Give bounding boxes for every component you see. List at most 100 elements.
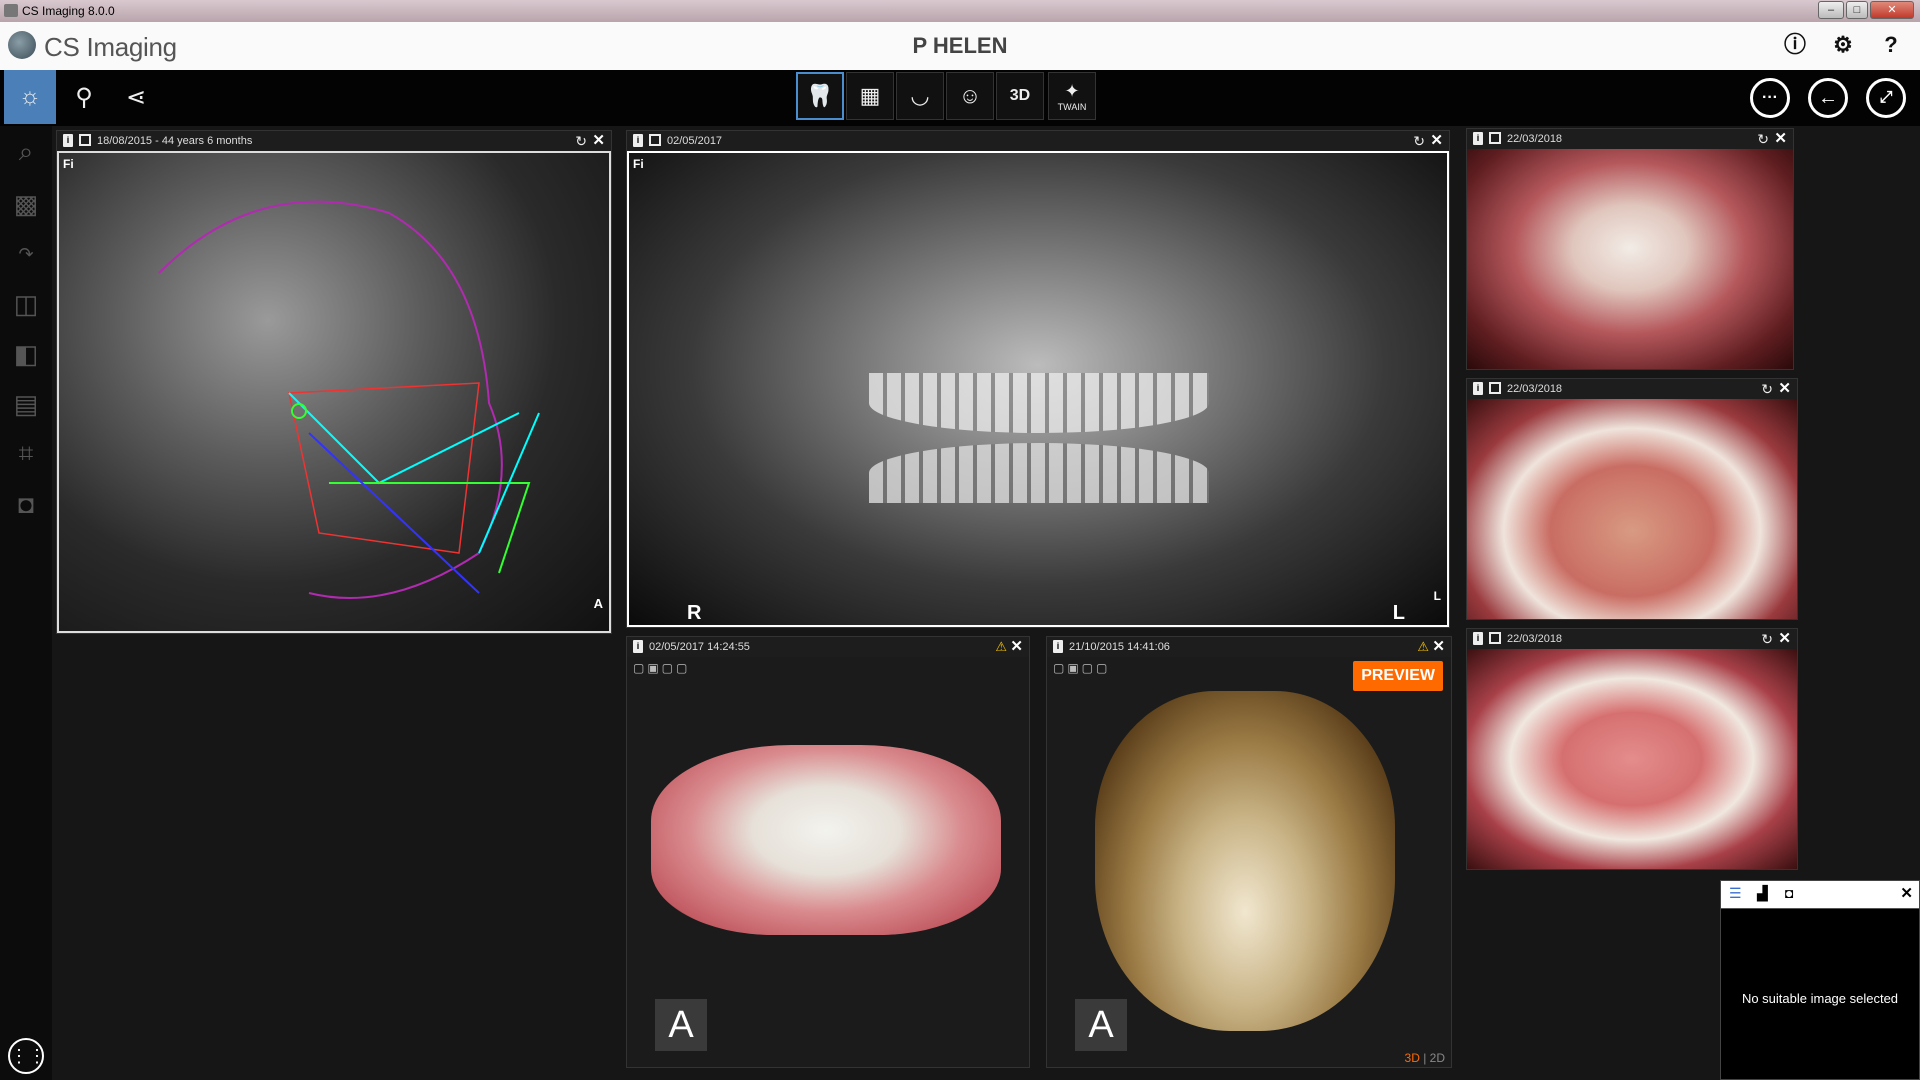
intraoral-xray-button[interactable]: 🦷	[796, 72, 844, 120]
pane-header: i 18/08/2015 - 44 years 6 months ↻ ✕	[57, 131, 611, 151]
share-icon[interactable]: ⋖	[110, 70, 162, 124]
upper-arch-photo	[1467, 399, 1797, 619]
view-mode-icons[interactable]: ▢▣▢▢	[1053, 661, 1110, 675]
tool-sidebar: ⌕ ▩ ↷ ◫ ◧ ▤ ⌗ ◘ ⋮⋮	[0, 126, 52, 1080]
brightness-icon[interactable]: ☼	[4, 70, 56, 124]
save-icon[interactable]	[649, 134, 661, 146]
no-image-message: No suitable image selected	[1741, 991, 1899, 1006]
twain-label: TWAIN	[1057, 101, 1087, 112]
intraoral-photo-pane-2[interactable]: i 22/03/2018 ↻ ✕	[1466, 378, 1798, 620]
view-mode-icons[interactable]: ▢▣▢▢	[633, 661, 690, 675]
close-pane-icon[interactable]: ✕	[592, 131, 605, 151]
mode-2d[interactable]: 2D	[1430, 1051, 1445, 1065]
maximize-button[interactable]: □	[1846, 1, 1868, 19]
gradient-icon[interactable]: ▤	[4, 382, 48, 426]
frontal-occlusion-photo	[1467, 149, 1793, 369]
cephalometric-button[interactable]: ☺	[946, 72, 994, 120]
intraoral-photo-pane-1[interactable]: i 22/03/2018 ↻ ✕	[1466, 128, 1794, 370]
orientation-label-br: A	[593, 596, 603, 611]
close-window-button[interactable]: ✕	[1870, 1, 1914, 19]
sharpen-icon[interactable]: ▩	[4, 182, 48, 226]
zoom-icon[interactable]: ⌕	[4, 130, 48, 174]
histogram-icon[interactable]: ▟	[1757, 885, 1768, 902]
image-info-icon[interactable]: i	[633, 640, 643, 653]
anterior-view-badge[interactable]: A	[1075, 999, 1127, 1051]
pane-header: i 22/03/2018 ↻ ✕	[1467, 629, 1797, 649]
compare-icon[interactable]: ◫	[4, 282, 48, 326]
app-icon	[4, 4, 18, 17]
save-icon[interactable]	[1489, 382, 1501, 394]
refresh-icon[interactable]: ↻	[1757, 129, 1769, 149]
main-toolbar: ☼ ⚲ ⋖ 🦷 ▦ ◡ ☺ 3D ✦ TWAIN ··· ← ⤢	[0, 70, 1920, 126]
close-pane-icon[interactable]: ✕	[1432, 637, 1445, 657]
crop-icon[interactable]: ⌗	[4, 432, 48, 476]
gear-icon[interactable]: ⚙	[1830, 32, 1856, 58]
adjust-icon[interactable]: ☰	[1729, 885, 1742, 902]
view-mode-toggle[interactable]: 3D | 2D	[1405, 1051, 1445, 1065]
patient-name: P HELEN	[912, 33, 1008, 58]
refresh-icon[interactable]: ↻	[575, 131, 587, 151]
tooth-info-icon[interactable]: ◘	[1785, 885, 1793, 901]
image-info-icon[interactable]: i	[633, 134, 643, 147]
left-side-label: L	[1392, 602, 1405, 624]
more-icon[interactable]: ···	[1750, 78, 1790, 118]
intraoral-scan-pane[interactable]: i 02/05/2017 14:24:55 ⚠ ✕ ▢▣▢▢ A	[626, 636, 1030, 1068]
image-info-icon[interactable]: i	[1473, 632, 1483, 645]
image-date: 21/10/2015 14:41:06	[1069, 641, 1170, 653]
warning-icon[interactable]: ⚠	[1417, 637, 1429, 657]
back-icon[interactable]: ←	[1808, 78, 1848, 118]
orientation-label-tl: Fi	[633, 157, 644, 171]
cbct-3d-pane[interactable]: i 21/10/2015 14:41:06 ⚠ ✕ ▢▣▢▢ PREVIEW A…	[1046, 636, 1452, 1068]
panoramic-image-pane[interactable]: i 02/05/2017 ↻ ✕ Fi R L L	[626, 130, 1450, 628]
info-icon[interactable]: ⓘ	[1782, 32, 1808, 58]
logo-icon	[8, 31, 36, 59]
probe-tool-icon[interactable]: ⚲	[58, 70, 110, 124]
window-title: CS Imaging 8.0.0	[22, 4, 115, 18]
help-icon[interactable]: ?	[1878, 32, 1904, 58]
intraoral-photo-pane-3[interactable]: i 22/03/2018 ↻ ✕	[1466, 628, 1798, 870]
close-pane-icon[interactable]: ✕	[1010, 637, 1023, 657]
panoramic-button[interactable]: ◡	[896, 72, 944, 120]
apps-grid-icon[interactable]: ⋮⋮	[8, 1038, 46, 1074]
dental-scan-model	[651, 745, 1001, 935]
orientation-label-br: L	[1433, 589, 1441, 603]
tooth-icon[interactable]: ◘	[4, 482, 48, 526]
rotate-icon[interactable]: ↷	[4, 232, 48, 276]
cbct-viewport: ▢▣▢▢ PREVIEW A 3D | 2D	[1047, 657, 1451, 1067]
panoramic-xray-image: Fi R L L	[627, 151, 1449, 627]
refresh-icon[interactable]: ↻	[1761, 379, 1773, 399]
image-info-panel: ☰ ▟ ◘ ✕ No suitable image selected	[1720, 880, 1920, 1080]
ceph-image-pane[interactable]: i 18/08/2015 - 44 years 6 months ↻ ✕ Fi …	[56, 130, 612, 634]
close-pane-icon[interactable]: ✕	[1430, 131, 1443, 151]
close-pane-icon[interactable]: ✕	[1778, 629, 1791, 649]
window-titlebar: CS Imaging 8.0.0 – □ ✕	[0, 0, 1920, 22]
close-pane-icon[interactable]: ✕	[1774, 129, 1787, 149]
pane-header: i 02/05/2017 14:24:55 ⚠ ✕	[627, 637, 1029, 657]
3d-button[interactable]: 3D	[996, 72, 1044, 120]
intraoral-sensor-button[interactable]: ▦	[846, 72, 894, 120]
twain-button[interactable]: ✦ TWAIN	[1048, 72, 1096, 120]
minimize-button[interactable]: –	[1818, 1, 1844, 19]
image-info-icon[interactable]: i	[1053, 640, 1063, 653]
warning-icon[interactable]: ⚠	[995, 637, 1007, 657]
fullscreen-icon[interactable]: ⤢	[1866, 78, 1906, 118]
close-panel-icon[interactable]: ✕	[1900, 884, 1913, 902]
image-date: 02/05/2017	[667, 135, 723, 147]
save-icon[interactable]	[1489, 632, 1501, 644]
image-date: 18/08/2015 - 44 years 6 months	[97, 135, 253, 147]
image-info-icon[interactable]: i	[63, 134, 73, 147]
mode-3d[interactable]: 3D	[1405, 1051, 1420, 1065]
close-pane-icon[interactable]: ✕	[1778, 379, 1791, 399]
upper-teeth-shape	[869, 373, 1209, 433]
image-info-icon[interactable]: i	[1473, 132, 1483, 145]
skull-3d-render	[1095, 691, 1395, 1031]
anterior-view-badge[interactable]: A	[655, 999, 707, 1051]
scan-viewport: ▢▣▢▢ A	[627, 657, 1029, 1067]
refresh-icon[interactable]: ↻	[1761, 629, 1773, 649]
save-icon[interactable]	[79, 134, 91, 146]
pane-header: i 22/03/2018 ↻ ✕	[1467, 129, 1793, 149]
contrast-icon[interactable]: ◧	[4, 332, 48, 376]
image-info-icon[interactable]: i	[1473, 382, 1483, 395]
refresh-icon[interactable]: ↻	[1413, 131, 1425, 151]
save-icon[interactable]	[1489, 132, 1501, 144]
